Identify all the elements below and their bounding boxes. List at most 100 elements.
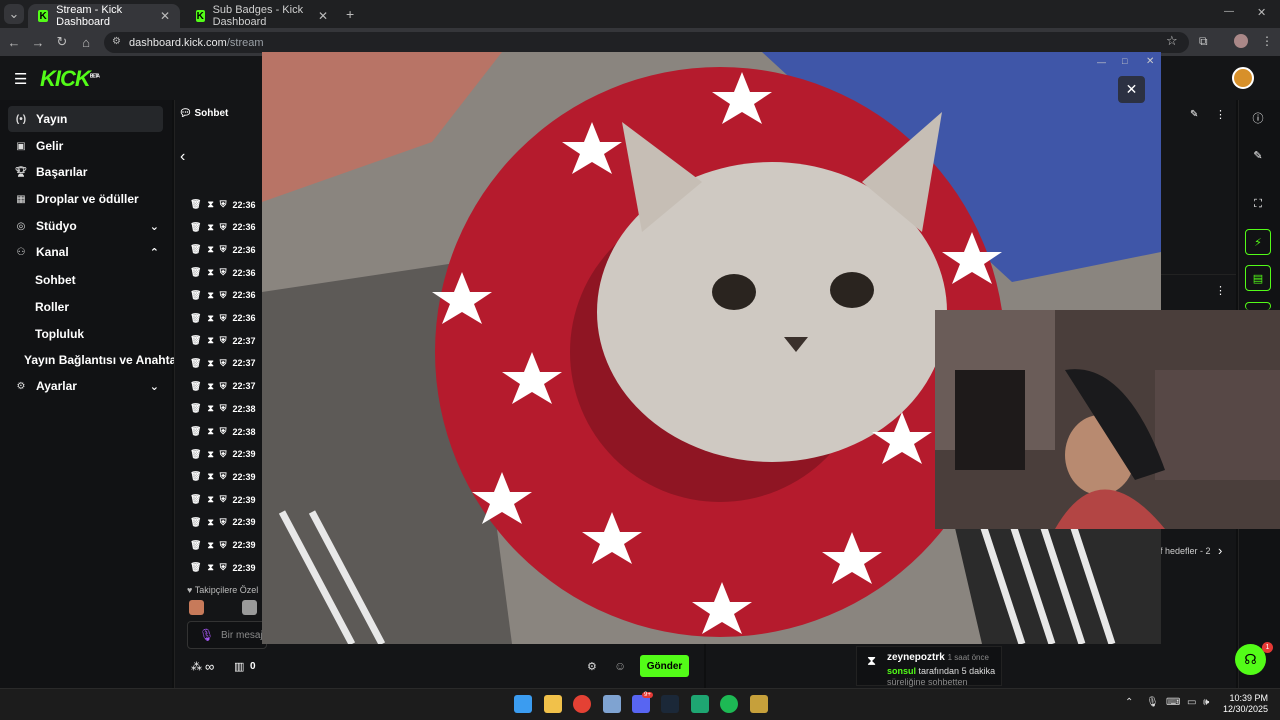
volume-icon[interactable]: 🕪︎ xyxy=(1203,697,1209,708)
timeout-hourglass-icon[interactable]: ⧗ xyxy=(207,471,213,482)
chat-row[interactable]: 🗑︎ ⧗ ⛨ 22:37 xyxy=(190,380,267,392)
close-tab-icon[interactable]: ✕ xyxy=(160,9,170,23)
edit-pencil-icon[interactable]: ✎ xyxy=(1190,109,1198,120)
rail-button-partial[interactable] xyxy=(1245,302,1271,310)
keyboard-icon[interactable]: ⌨ xyxy=(1166,697,1180,708)
sidebar-item-kanal[interactable]: ⚇ Kanal ⌃ xyxy=(8,239,163,265)
timeout-hourglass-icon[interactable]: ⧗ xyxy=(207,494,213,505)
delete-icon[interactable]: 🗑︎ xyxy=(190,471,201,482)
delete-icon[interactable]: 🗑︎ xyxy=(190,199,201,210)
browser-menu-icon[interactable]: ⋮ xyxy=(1261,34,1273,48)
sidebar-subitem-roller[interactable]: Roller xyxy=(35,300,69,314)
forward-icon[interactable]: → xyxy=(28,32,48,52)
delete-icon[interactable]: 🗑︎ xyxy=(190,517,201,528)
shield-icon[interactable]: ⛨ xyxy=(220,449,227,460)
timeout-hourglass-icon[interactable]: ⧗ xyxy=(207,426,213,437)
delete-icon[interactable]: 🗑︎ xyxy=(190,244,201,255)
notification-actor[interactable]: sonsul xyxy=(887,666,916,676)
timeout-hourglass-icon[interactable]: ⧗ xyxy=(207,358,213,369)
viewer-maximize-icon[interactable]: □ xyxy=(1122,56,1127,66)
steam-icon[interactable] xyxy=(661,695,679,713)
timeout-hourglass-icon[interactable]: ⧗ xyxy=(207,335,213,346)
notification-user[interactable]: zeynepoztrk xyxy=(887,652,945,663)
delete-icon[interactable]: 🗑︎ xyxy=(190,540,201,551)
delete-icon[interactable]: 🗑︎ xyxy=(190,267,201,278)
chat-row[interactable]: 🗑︎ ⧗ ⛨ 22:39 xyxy=(190,539,267,551)
timeout-hourglass-icon[interactable]: ⧗ xyxy=(207,313,213,324)
chat-row[interactable]: 🗑︎ ⧗ ⛨ 22:37 xyxy=(190,335,267,347)
chat-row[interactable]: 🗑︎ ⧗ ⛨ 22:39 xyxy=(190,471,267,483)
chat-row[interactable]: 🗑︎ ⧗ ⛨ 22:38 xyxy=(190,426,267,437)
file-explorer-icon[interactable] xyxy=(544,695,562,713)
tab-stream[interactable]: K Stream - Kick Dashboard ✕ xyxy=(28,4,180,28)
timeout-hourglass-icon[interactable]: ⧗ xyxy=(207,267,213,278)
tray-chevron-icon[interactable]: ⌃ xyxy=(1125,697,1133,708)
user-avatar[interactable] xyxy=(1232,67,1254,89)
sidebar-subitem-stream-key[interactable]: Yayın Bağlantısı ve Anahtarı xyxy=(24,353,184,367)
close-window-icon[interactable]: ✕ xyxy=(1257,6,1266,19)
viewer-close-window-icon[interactable]: ✕ xyxy=(1146,56,1154,67)
store-icon[interactable]: ▥ xyxy=(234,660,244,673)
chat-settings-icon[interactable]: ⚙ xyxy=(587,660,597,673)
shield-icon[interactable]: ⛨ xyxy=(220,199,227,210)
shield-icon[interactable]: ⛨ xyxy=(220,403,227,414)
spotify-icon[interactable] xyxy=(720,695,738,713)
sidebar-item-droplar[interactable]: ▦ Droplar ve ödüller xyxy=(8,186,163,212)
timeout-hourglass-icon[interactable]: ⧗ xyxy=(207,290,213,301)
windows-start-icon[interactable] xyxy=(514,695,532,713)
chat-row[interactable]: 🗑︎ ⧗ ⛨ 22:36 xyxy=(190,244,267,256)
delete-icon[interactable]: 🗑︎ xyxy=(190,449,201,460)
network-icon[interactable]: ▭ xyxy=(1187,697,1196,708)
tab-sub-badges[interactable]: K Sub Badges - Kick Dashboard ✕ xyxy=(186,4,338,28)
app-icon[interactable] xyxy=(603,695,621,713)
reload-icon[interactable]: ↻ xyxy=(52,32,72,52)
minimize-window-icon[interactable]: — xyxy=(1224,6,1234,17)
sidebar-item-yayin[interactable]: (•) Yayın xyxy=(8,106,163,132)
sidebar-item-gelir[interactable]: ▣ Gelir xyxy=(8,133,163,159)
chat-row[interactable]: 🗑︎ ⧗ ⛨ 22:38 xyxy=(190,403,267,415)
tab-list-button[interactable]: ⌄ xyxy=(4,4,24,24)
kick-logo[interactable]: KICKBETA xyxy=(40,66,100,92)
shield-icon[interactable]: ⛨ xyxy=(220,471,227,482)
sidebar-item-studyo[interactable]: ◎ Stüdyo ⌄ xyxy=(8,213,163,239)
back-icon[interactable]: ← xyxy=(4,32,24,52)
timeout-hourglass-icon[interactable]: ⧗ xyxy=(207,199,213,210)
sidebar-subitem-sohbet[interactable]: Sohbet xyxy=(35,273,76,287)
shield-icon[interactable]: ⛨ xyxy=(220,313,227,324)
delete-icon[interactable]: 🗑︎ xyxy=(190,335,201,346)
info-icon[interactable]: ⓘ xyxy=(1245,105,1271,131)
chevron-right-icon[interactable]: › xyxy=(1218,543,1222,558)
league-icon[interactable] xyxy=(750,695,768,713)
chat-row[interactable]: 🗑︎ ⧗ ⛨ 22:36 xyxy=(190,199,267,210)
chat-row[interactable]: 🗑︎ ⧗ ⛨ 22:39 xyxy=(190,494,267,506)
timeout-hourglass-icon[interactable]: ⧗ xyxy=(207,517,213,528)
shield-icon[interactable]: ⛨ xyxy=(220,517,227,528)
timeout-hourglass-icon[interactable]: ⧗ xyxy=(207,244,213,255)
extensions-icon[interactable]: ⧉ xyxy=(1199,34,1208,49)
chat-row[interactable]: 🗑︎ ⧗ ⛨ 22:36 xyxy=(190,289,267,301)
chevron-left-icon[interactable]: ‹ xyxy=(180,148,185,166)
profile-avatar[interactable] xyxy=(1234,34,1248,48)
delete-icon[interactable]: 🗑︎ xyxy=(190,562,201,573)
shield-icon[interactable]: ⛨ xyxy=(220,267,227,278)
delete-icon[interactable]: 🗑︎ xyxy=(190,381,201,392)
shield-icon[interactable]: ⛨ xyxy=(220,381,227,392)
microphone-icon[interactable]: 🎙︎ xyxy=(199,628,214,642)
timeout-hourglass-icon[interactable]: ⧗ xyxy=(207,222,213,233)
send-button[interactable]: Gönder xyxy=(640,655,689,677)
delete-icon[interactable]: 🗑︎ xyxy=(190,222,201,233)
sidebar-item-basarilar[interactable]: 🏆︎ Başarılar xyxy=(8,159,163,185)
chat-row[interactable]: 🗑︎ ⧗ ⛨ 22:36 xyxy=(190,267,267,279)
bookmark-star-icon[interactable]: ☆ xyxy=(1166,33,1178,49)
chat-row[interactable]: 🗑︎ ⧗ ⛨ 22:39 xyxy=(190,562,267,574)
close-tab-icon[interactable]: ✕ xyxy=(318,9,328,23)
hamburger-menu-icon[interactable]: ☰ xyxy=(14,70,27,88)
home-icon[interactable]: ⌂ xyxy=(76,32,96,52)
close-viewer-button[interactable]: ✕ xyxy=(1118,76,1145,103)
delete-icon[interactable]: 🗑︎ xyxy=(190,426,201,437)
mic-tray-icon[interactable]: 🎙︎ xyxy=(1146,697,1159,708)
shield-icon[interactable]: ⛨ xyxy=(220,358,227,369)
lightning-icon[interactable]: ⚡︎ xyxy=(1245,229,1271,255)
chat-row[interactable]: 🗑︎ ⧗ ⛨ 22:36 xyxy=(190,221,267,233)
chat-row[interactable]: 🗑︎ ⧗ ⛨ 22:37 xyxy=(190,357,267,369)
